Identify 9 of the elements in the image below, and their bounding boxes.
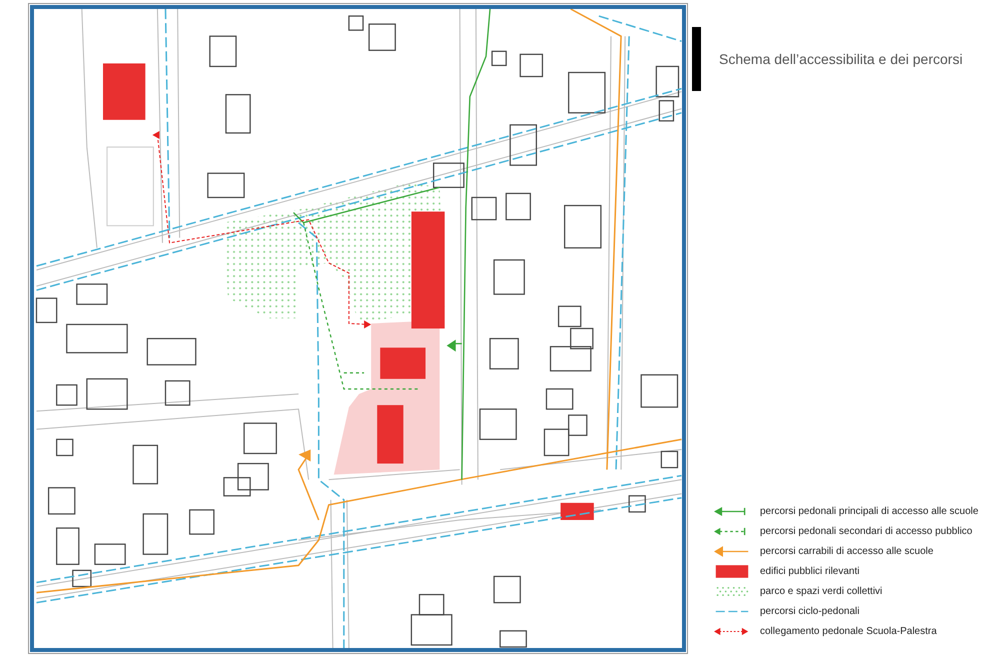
legend-label: percorsi pedonali principali di accesso alle scuole <box>760 506 978 517</box>
legend-label: percorsi pedonali secondari di accesso pubblico <box>760 526 972 537</box>
title-marker-bar <box>692 27 701 91</box>
legend-label: parco e spazi verdi collettivi <box>760 586 882 597</box>
legend-label: collegamento pedonale Scuola-Palestra <box>760 626 937 637</box>
legend-label: percorsi carrabili di accesso alle scuole <box>760 546 934 557</box>
legend-label: edifici pubblici rilevanti <box>760 566 860 577</box>
legend-label: percorsi ciclo-pedonali <box>760 606 860 617</box>
map-title: Schema dell’accessibilita e dei percorsi <box>719 51 963 67</box>
